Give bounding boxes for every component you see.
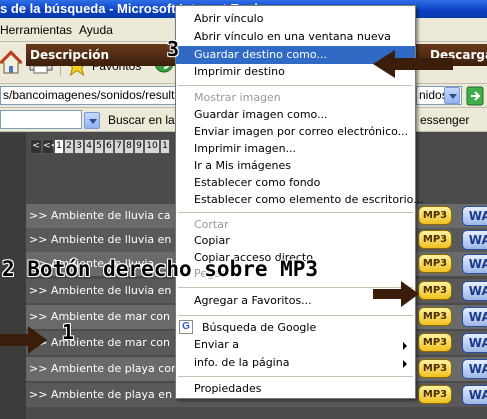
pager-page[interactable]: 3 [74, 139, 84, 154]
wav-button[interactable]: WAV [462, 230, 487, 250]
row-description[interactable]: >> Ambiente de lluvia en [29, 233, 171, 246]
mp3-button[interactable]: MP3 [418, 333, 452, 352]
pager-page[interactable]: 2 [64, 139, 74, 154]
arrow-right-icon [373, 281, 419, 307]
pager-page[interactable]: 7 [114, 139, 124, 154]
menu-item-label: info. de la página [194, 356, 290, 369]
row-description[interactable]: >> Ambiente de mar con [29, 336, 170, 349]
menu-item-copy[interactable]: Copiar [176, 232, 415, 250]
home-icon[interactable] [0, 50, 22, 76]
row-description[interactable]: >> Ambiente de lluvia en [29, 284, 171, 297]
pager-prev[interactable]: < [30, 139, 42, 154]
row-description[interactable]: >> Ambiente de mar con [29, 310, 170, 323]
wav-button[interactable]: WAV [462, 385, 487, 405]
go-icon[interactable] [466, 86, 484, 106]
menu-item-print-picture[interactable]: Imprimir imagen... [176, 140, 415, 158]
menu-item-google-search[interactable]: G Búsqueda de Google [176, 319, 415, 337]
search-input[interactable] [0, 110, 82, 129]
menu-item-save-picture-as[interactable]: Guardar imagen como... [176, 106, 415, 124]
pager-page[interactable]: 6 [104, 139, 114, 154]
menu-item-my-pictures[interactable]: Ir a Mis imágenes [176, 157, 415, 175]
submenu-arrow-icon [403, 342, 407, 350]
wav-button[interactable]: WAV [462, 206, 487, 226]
menu-item-properties[interactable]: Propiedades [176, 380, 415, 398]
menu-separator [178, 376, 413, 377]
arrow-left-icon [373, 50, 453, 78]
pager-page[interactable]: 9 [134, 139, 144, 154]
row-description[interactable]: >> Ambiente de lluvia ca [29, 209, 170, 222]
menu-separator [178, 315, 413, 316]
menu-herramientas[interactable]: Herramientas [0, 23, 72, 37]
search-dropdown-icon[interactable] [84, 112, 100, 129]
menu-item-set-desktop-item[interactable]: Establecer como elemento de escritorio..… [176, 191, 424, 209]
wav-button[interactable]: WAV [462, 307, 487, 327]
address-dropdown-icon[interactable] [444, 87, 460, 104]
messenger-button[interactable]: essenger [420, 113, 469, 127]
header-description: Descripción [30, 48, 109, 62]
pager-page[interactable]: 5 [94, 139, 104, 154]
annotation-step-2: 2 Botón derecho sobre MP3 [2, 257, 319, 281]
annotation-step-3: 3 [167, 37, 180, 61]
row-description[interactable]: >> Ambiente de playa con [29, 362, 178, 375]
pager-page[interactable]: 10 [144, 139, 160, 154]
address-input[interactable]: s/bancoimagenes/sonidos/resultad [0, 86, 180, 105]
mp3-button[interactable]: MP3 [418, 230, 452, 249]
menu-item-send-to[interactable]: Enviar a [176, 336, 415, 354]
menu-item-email-picture[interactable]: Enviar imagen por correo electrónico... [176, 123, 415, 141]
menu-item-label: Enviar a [194, 338, 239, 351]
menu-separator [178, 212, 413, 213]
annotation-step-1: 1 [62, 320, 75, 344]
menu-item-open-new-window[interactable]: Abrir vínculo en una ventana nueva [176, 28, 415, 46]
arrow-right-icon [0, 326, 47, 354]
menu-item-set-background[interactable]: Establecer como fondo [176, 174, 415, 192]
wav-button[interactable]: WAV [462, 333, 487, 353]
pager-page[interactable]: 1 [54, 139, 64, 154]
pager-first[interactable]: << [42, 139, 58, 154]
pagination: < << 1 2 3 4 5 6 7 8 9 10 1 [30, 139, 170, 154]
pager-page[interactable]: 1 [160, 139, 170, 154]
mp3-button[interactable]: MP3 [418, 254, 452, 273]
wav-button[interactable]: WAV [462, 281, 487, 301]
submenu-arrow-icon [403, 360, 407, 368]
search-button[interactable]: Buscar en la [108, 113, 175, 127]
menu-item-page-info[interactable]: info. de la página [176, 354, 415, 372]
menu-item-open-link[interactable]: Abrir vínculo [176, 10, 415, 28]
menu-item-label: Búsqueda de Google [202, 321, 317, 334]
pager-page[interactable]: 4 [84, 139, 94, 154]
menu-ayuda[interactable]: Ayuda [79, 23, 113, 37]
pager-page[interactable]: 8 [124, 139, 134, 154]
mp3-button[interactable]: MP3 [418, 281, 452, 300]
mp3-button[interactable]: MP3 [418, 307, 452, 326]
wav-button[interactable]: WAV [462, 359, 487, 379]
mp3-button[interactable]: MP3 [418, 385, 452, 404]
row-description[interactable]: >> Ambiente de playa en [29, 388, 172, 401]
menu-separator [178, 85, 413, 86]
google-icon: G [179, 320, 193, 334]
mp3-button[interactable]: MP3 [418, 359, 452, 378]
menu-item-show-picture: Mostrar imagen [194, 91, 281, 104]
wav-button[interactable]: WAV [462, 254, 487, 274]
